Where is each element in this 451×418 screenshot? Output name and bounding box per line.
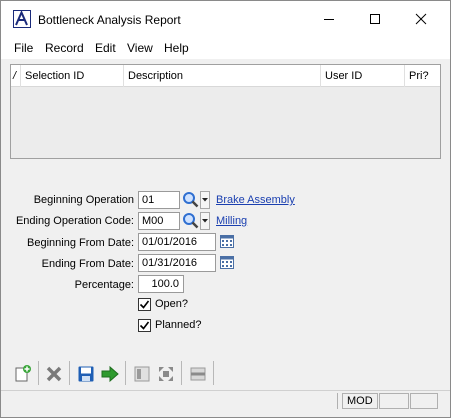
calendar-icon <box>220 256 234 269</box>
ending-from-date-label: Ending From Date: <box>41 258 134 270</box>
menu-bar: File Record Edit View Help <box>1 37 450 59</box>
ending-operation-dropdown[interactable] <box>200 212 210 230</box>
calendar-icon <box>220 235 234 248</box>
open-label: Open? <box>155 298 189 310</box>
percentage-label: Percentage: <box>74 279 134 291</box>
menu-help[interactable]: Help <box>164 41 189 55</box>
column-selection-id[interactable]: Selection ID <box>21 65 124 87</box>
arrow-right-icon <box>101 365 119 383</box>
open-checkbox[interactable] <box>138 298 151 311</box>
grid-first-icon <box>134 366 150 382</box>
beginning-from-date-field[interactable]: 01/01/2016 <box>138 233 216 251</box>
close-button[interactable] <box>398 1 444 37</box>
first-record-button[interactable] <box>132 364 152 384</box>
chevron-down-icon <box>202 198 208 202</box>
beginning-operation-field[interactable]: 01 <box>138 191 180 209</box>
beginning-operation-label: Beginning Operation <box>33 194 134 206</box>
column-description[interactable]: Description <box>124 65 321 87</box>
delete-icon <box>46 366 62 382</box>
beginning-from-date-label: Beginning From Date: <box>27 237 134 249</box>
expand-icon <box>159 367 173 381</box>
ending-operation-description-link[interactable]: Milling <box>216 215 247 227</box>
column-user-id[interactable]: User ID <box>321 65 405 87</box>
toolbar-separator <box>69 361 70 385</box>
checkmark-icon <box>139 321 150 330</box>
ending-from-date-field[interactable]: 01/31/2016 <box>138 254 216 272</box>
planned-label: Planned? <box>155 319 202 331</box>
title-bar: Bottleneck Analysis Report <box>1 1 450 37</box>
status-cell-empty <box>410 393 438 409</box>
selection-grid[interactable]: / Selection ID Description User ID Pri? <box>10 64 441 159</box>
beginning-operation-lookup-button[interactable] <box>182 191 200 209</box>
menu-file[interactable]: File <box>14 41 33 55</box>
beginning-operation-description-link[interactable]: Brake Assembly <box>216 194 295 206</box>
expand-button[interactable] <box>156 364 176 384</box>
column-pri[interactable]: Pri? <box>405 65 440 87</box>
run-report-button[interactable] <box>100 364 120 384</box>
maximize-button[interactable] <box>352 1 398 37</box>
ending-operation-label: Ending Operation Code: <box>15 215 134 227</box>
sort-indicator[interactable]: / <box>11 65 21 87</box>
maximize-icon <box>370 14 380 24</box>
report-window: Bottleneck Analysis Report File Record E… <box>0 0 451 418</box>
close-icon <box>415 13 427 25</box>
status-cell-empty <box>379 393 409 409</box>
toolbar-separator <box>181 361 182 385</box>
delete-button[interactable] <box>44 364 64 384</box>
minimize-icon <box>324 19 334 20</box>
toolbar-separator <box>38 361 39 385</box>
collapse-icon <box>190 367 206 381</box>
percentage-field[interactable]: 100.0 <box>138 275 184 293</box>
app-logo-icon <box>13 10 31 28</box>
status-message <box>4 393 338 409</box>
menu-edit[interactable]: Edit <box>95 41 116 55</box>
checkmark-icon <box>139 300 150 309</box>
chevron-down-icon <box>202 219 208 223</box>
search-icon <box>183 213 199 229</box>
beginning-from-date-calendar-button[interactable] <box>219 233 237 251</box>
save-icon <box>78 366 94 382</box>
toolbar-separator <box>125 361 126 385</box>
menu-record[interactable]: Record <box>45 41 84 55</box>
new-document-icon <box>15 365 31 382</box>
ending-from-date-calendar-button[interactable] <box>219 254 237 272</box>
window-title: Bottleneck Analysis Report <box>38 13 181 27</box>
grid-header: / Selection ID Description User ID Pri? <box>11 65 440 87</box>
status-mode: MOD <box>342 393 378 409</box>
save-button[interactable] <box>76 364 96 384</box>
search-icon <box>183 192 199 208</box>
ending-operation-lookup-button[interactable] <box>182 212 200 230</box>
collapse-button[interactable] <box>188 364 208 384</box>
status-bar: MOD <box>1 390 450 410</box>
ending-operation-field[interactable]: M00 <box>138 212 180 230</box>
toolbar-separator <box>213 361 214 385</box>
minimize-button[interactable] <box>306 1 352 37</box>
new-record-button[interactable] <box>13 364 33 384</box>
planned-checkbox[interactable] <box>138 319 151 332</box>
beginning-operation-dropdown[interactable] <box>200 191 210 209</box>
menu-view[interactable]: View <box>127 41 153 55</box>
